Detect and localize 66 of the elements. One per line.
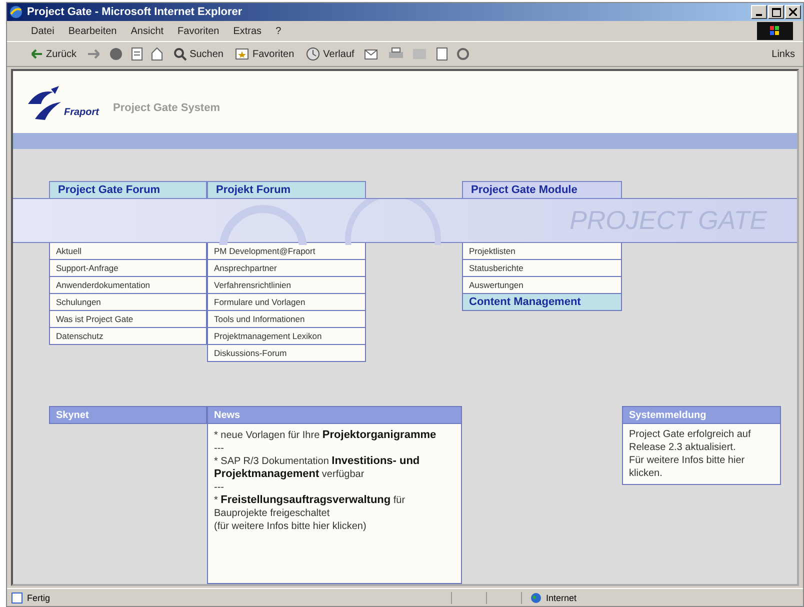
section-header: Projekt Forum [207,180,366,198]
page-icon [11,592,23,604]
minimize-button[interactable] [751,5,767,19]
menu-item[interactable]: Favoriten [178,26,220,36]
nav-link[interactable]: Projektmanagement Lexikon [207,328,366,345]
nav-link[interactable]: Auswertungen [462,277,622,294]
news-text: --- [214,442,225,455]
section-header: Systemmeldung [622,406,781,424]
news-text: *Freistellungsauftragsverwaltung für Bauprojekte freigeschaltet [214,494,406,520]
clock-icon [306,47,320,61]
back-button[interactable]: Zurück [29,48,79,60]
logo-wordmark: Fraport [64,106,99,118]
news-text: * SAP R/3 Dokumentation Investitions- und Projektmanagement verfügbar [214,455,421,481]
window-title: Project Gate - Microsoft Internet Explorer [27,6,242,18]
nav-link[interactable]: Was ist Project Gate [49,311,207,328]
nav-link[interactable]: Formulare und Vorlagen [207,294,366,311]
nav-link[interactable]: Support-Anfrage [49,260,207,277]
section-header: Project Gate Forum [49,180,207,198]
nav-link[interactable]: Anwenderdokumentation [49,277,207,294]
print-icon[interactable] [388,47,404,61]
mail-icon[interactable] [364,47,380,61]
news-text: --- [214,481,225,494]
section-header: Project Gate Module [462,180,622,198]
search-button[interactable]: Suchen [170,46,226,62]
search-icon [172,47,187,61]
section-header: Skynet [49,406,207,424]
browser-icon [9,5,23,19]
system-message-text: Project Gate erfolgreich auf Release 2.3 aktualisiert. [629,428,752,454]
menu-item[interactable]: Extras [233,26,262,36]
section-header: News [207,406,462,424]
history-button[interactable]: Verlauf [304,46,356,62]
nav-link[interactable]: Aktuell [49,243,207,260]
links-button[interactable]: Links [772,48,795,60]
star-logo-icon [27,84,62,120]
menu-item[interactable]: ? [276,26,282,36]
close-button[interactable] [785,5,801,19]
status-text: Fertig [27,592,52,602]
nav-link[interactable]: PM Development@Fraport [207,243,366,260]
document-icon[interactable] [436,47,448,61]
nav-link[interactable]: Datenschutz [49,328,207,345]
nav-link[interactable]: Diskussions-Forum [207,345,366,362]
stop-icon[interactable] [108,47,123,61]
nav-link[interactable]: Tools und Informationen [207,311,366,328]
maximize-icon [772,8,780,16]
nav-link[interactable]: Projektlisten [462,243,622,260]
menu-item[interactable]: Ansicht [130,26,164,36]
zone-indicator: Internet [521,592,577,604]
menu-item[interactable]: Datei [31,26,54,36]
nav-link[interactable]: Schulungen [49,294,207,311]
system-message-text: Für weitere Infos bitte hier klicken. [629,454,746,480]
home-icon[interactable] [150,47,163,61]
favorites-button[interactable]: Favoriten [233,47,296,61]
news-text: * neue Vorlagen für Ihre Projektorganigramme [214,429,438,442]
news-text: (für weitere Infos bitte hier klicken) [214,520,368,533]
star-folder-icon [235,48,250,60]
windows-logo-icon [757,22,793,40]
nav-link[interactable]: Ansprechpartner [207,260,366,277]
globe-icon [530,592,542,604]
menu-item[interactable]: Bearbeiten [68,26,117,36]
nav-link[interactable]: Content Management [462,294,622,311]
nav-link[interactable]: Verfahrensrichtlinien [207,277,366,294]
back-arrow-icon [31,49,43,59]
site-title: Project Gate System [113,102,220,114]
nav-link[interactable]: Statusberichte [462,260,622,277]
close-icon [789,8,797,16]
maximize-button[interactable] [768,5,784,19]
